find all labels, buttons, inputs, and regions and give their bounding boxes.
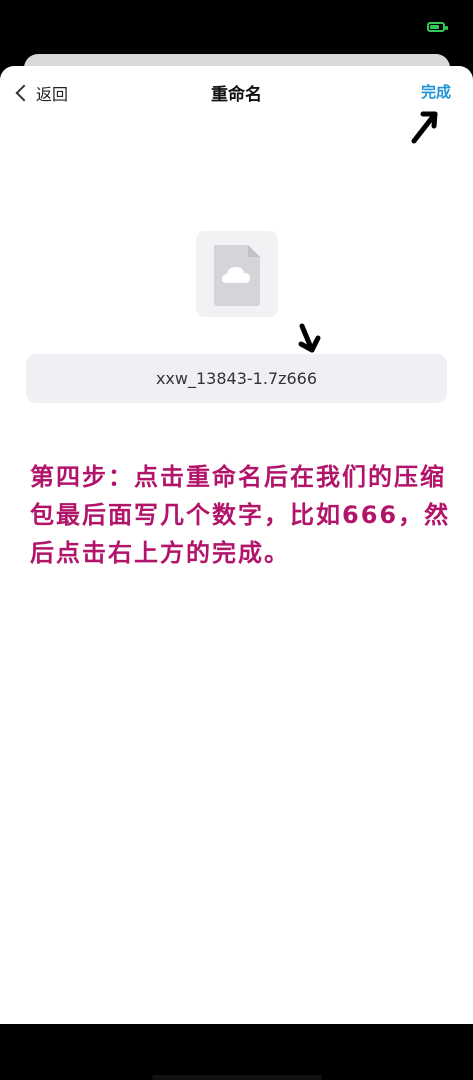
rename-sheet: 返回 重命名 完成 第四步：点击重命名后在我们的压缩包最后面写几个数字，比如66… xyxy=(0,66,473,1080)
instruction-annotation: 第四步：点击重命名后在我们的压缩包最后面写几个数字，比如666，然后点击右上方的… xyxy=(30,463,451,567)
battery-icon xyxy=(427,22,448,32)
home-indicator xyxy=(152,1075,322,1080)
filename-input[interactable] xyxy=(26,354,447,403)
nav-bar: 返回 重命名 完成 xyxy=(0,66,473,120)
cloud-file-icon xyxy=(214,245,260,306)
done-button[interactable]: 完成 xyxy=(421,81,451,102)
status-bar xyxy=(0,0,473,56)
file-thumbnail xyxy=(196,231,278,317)
page-title: 重命名 xyxy=(211,85,262,105)
annotation-arrow-icon xyxy=(411,111,438,144)
annotation-arrow-down-icon xyxy=(298,323,321,353)
